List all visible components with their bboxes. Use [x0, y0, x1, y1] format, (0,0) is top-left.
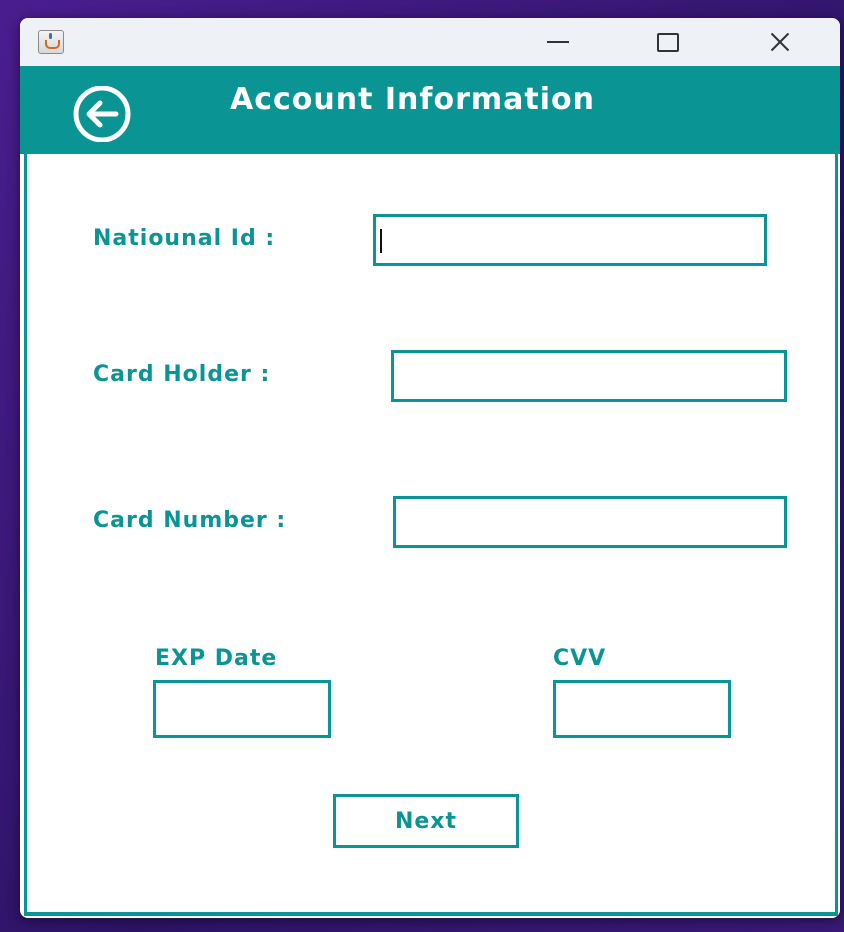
exp-date-label: EXP Date: [155, 646, 278, 671]
maximize-icon: [657, 32, 679, 52]
minimize-button[interactable]: [528, 18, 588, 66]
app-window: Account Information Natiounal Id : Card …: [20, 18, 840, 918]
title-bar: [20, 18, 840, 66]
page-title: Account Information: [230, 82, 595, 117]
back-button[interactable]: [60, 86, 144, 142]
page-header: Account Information: [20, 66, 840, 154]
cvv-input[interactable]: [553, 680, 731, 738]
card-holder-label: Card Holder :: [93, 362, 271, 387]
next-button[interactable]: Next: [333, 794, 519, 848]
card-holder-input[interactable]: [391, 350, 787, 402]
maximize-button[interactable]: [638, 18, 698, 66]
cvv-label: CVV: [553, 646, 607, 671]
back-arrow-circle-icon: [73, 86, 131, 142]
form-panel: Natiounal Id : Card Holder : Card Number…: [24, 154, 838, 916]
close-button[interactable]: [750, 18, 810, 66]
card-number-label: Card Number :: [93, 508, 287, 533]
text-caret: [380, 229, 382, 253]
minimize-icon: [547, 41, 569, 43]
java-cup-icon: [38, 30, 64, 54]
national-id-input[interactable]: [373, 214, 767, 266]
national-id-label: Natiounal Id :: [93, 226, 276, 251]
close-icon: [769, 31, 791, 53]
card-number-input[interactable]: [393, 496, 787, 548]
exp-date-input[interactable]: [153, 680, 331, 738]
